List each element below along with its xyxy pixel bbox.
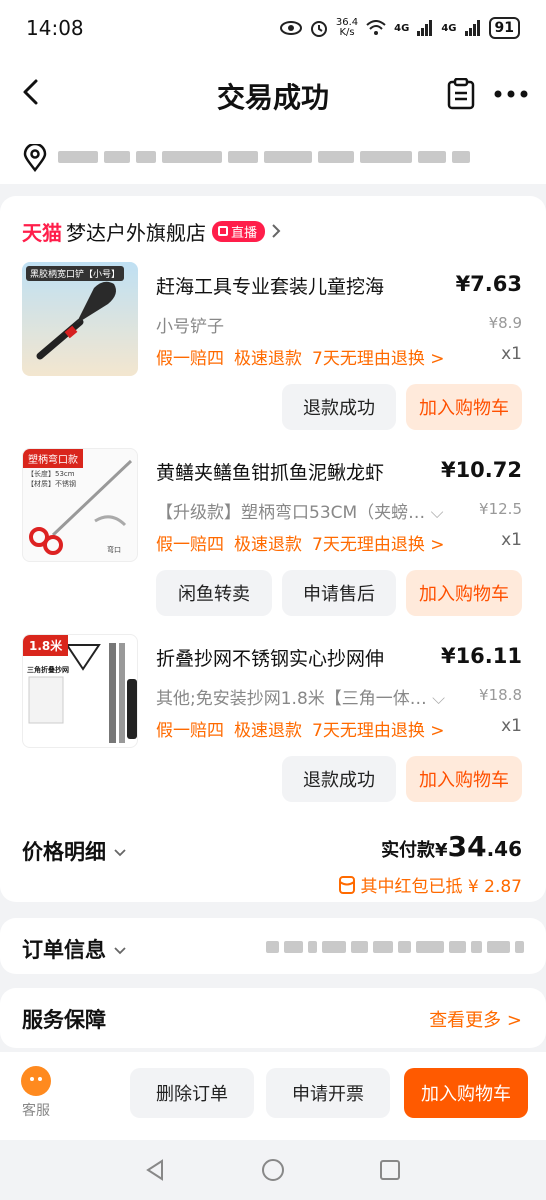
total-paid: 实付款¥34.46: [381, 830, 522, 863]
chevron-down-icon: [114, 849, 126, 857]
wifi-icon: [366, 20, 386, 35]
product-sku[interactable]: 【升级款】塑柄弯口53CM（夹螃… ⌵: [156, 498, 462, 523]
network-type-2: 4G: [441, 22, 457, 34]
nav-recents-icon[interactable]: [378, 1158, 402, 1182]
product-item[interactable]: 1.8米 三角折叠抄网 折叠抄网不锈钢实心抄网伸 ¥16.11 其他;免安装抄网…: [0, 634, 546, 810]
location-pin-icon: [23, 144, 47, 172]
product-title[interactable]: 赶海工具专业套装儿童挖海: [156, 272, 446, 299]
original-price: ¥18.8: [479, 686, 522, 704]
nav-back-icon[interactable]: [144, 1158, 168, 1182]
service-tags[interactable]: 假一赔四 极速退款 7天无理由退换 >: [156, 716, 454, 741]
chevron-down-icon: ⌵: [426, 689, 446, 709]
resell-button[interactable]: 闲鱼转卖: [156, 570, 272, 616]
original-price: ¥12.5: [479, 500, 522, 518]
service-tags[interactable]: 假一赔四 极速退款 7天无理由退换 >: [156, 530, 454, 555]
live-badge[interactable]: 直播: [212, 220, 266, 242]
network-type-1: 4G: [394, 22, 410, 34]
nav-home-icon[interactable]: [261, 1158, 285, 1182]
add-to-cart-button[interactable]: 加入购物车: [406, 756, 522, 802]
product-image[interactable]: 塑柄弯口款 【长度】53cm 【材质】不锈钢 弯口: [22, 448, 138, 562]
order-info-toggle[interactable]: 订单信息: [22, 934, 126, 964]
chevron-right-icon: [272, 224, 281, 238]
service-label: 服务保障: [22, 1008, 106, 1032]
original-price: ¥8.9: [488, 314, 522, 332]
product-quantity: x1: [501, 716, 522, 736]
chevron-down-icon: [114, 947, 126, 955]
thumb-label: 1.8米: [23, 635, 69, 656]
more-options-icon[interactable]: [494, 90, 528, 98]
product-price: ¥16.11: [440, 644, 522, 668]
add-to-cart-button[interactable]: 加入购物车: [406, 384, 522, 430]
customer-service-button[interactable]: 客服: [14, 1066, 58, 1120]
add-to-cart-button[interactable]: 加入购物车: [406, 570, 522, 616]
product-item[interactable]: 黑胶柄宽口铲【小号】 赶海工具专业套装儿童挖海 ¥7.63 小号铲子 ¥8.9 …: [0, 262, 546, 438]
product-item[interactable]: 塑柄弯口款 【长度】53cm 【材质】不锈钢 弯口 黄鳝夹鳝鱼钳抓鱼泥鳅龙虾 ¥…: [0, 448, 546, 624]
product-quantity: x1: [501, 344, 522, 364]
product-image[interactable]: 黑胶柄宽口铲【小号】: [22, 262, 138, 376]
product-title[interactable]: 折叠抄网不锈钢实心抄网伸: [156, 644, 446, 671]
product-price: ¥10.72: [440, 458, 522, 482]
live-icon: [218, 226, 228, 236]
price-detail-toggle[interactable]: 价格明细: [22, 836, 126, 866]
thumb-label: 黑胶柄宽口铲【小号】: [26, 266, 125, 281]
signal-icon: [464, 20, 480, 36]
thumb-spec: 【长度】53cm: [27, 470, 75, 478]
chevron-down-icon: ⌵: [425, 503, 444, 523]
product-sku: 小号铲子: [156, 317, 224, 337]
battery-indicator: 91: [488, 17, 520, 39]
order-number-redacted: [266, 940, 524, 954]
status-bar: 14:08 36.4 K/s 4G 4G 91: [0, 0, 546, 56]
refund-success-button[interactable]: 退款成功: [282, 384, 396, 430]
address-redacted: [58, 148, 522, 166]
thumb-spec: 【材质】不锈钢: [27, 480, 76, 488]
red-packet-icon: [338, 875, 355, 894]
status-time: 14:08: [26, 16, 84, 40]
order-items-card: 天猫 梦达户外旗舰店 直播 黑胶柄宽口铲【小号】 赶海工具专业套装儿童挖海 ¥7…: [0, 196, 546, 902]
order-info-card[interactable]: 订单信息: [0, 918, 546, 974]
signal-icon: [417, 20, 433, 36]
status-icons: 36.4 K/s 4G 4G 91: [279, 17, 520, 39]
network-speed: 36.4 K/s: [335, 17, 359, 38]
add-all-to-cart-button[interactable]: 加入购物车: [404, 1068, 528, 1118]
product-quantity: x1: [501, 530, 522, 550]
shipping-address[interactable]: [0, 132, 546, 184]
product-image[interactable]: 1.8米 三角折叠抄网: [22, 634, 138, 748]
after-sales-button[interactable]: 申请售后: [282, 570, 396, 616]
shop-name[interactable]: 梦达户外旗舰店: [66, 217, 206, 246]
request-invoice-button[interactable]: 申请开票: [266, 1068, 390, 1118]
delete-order-button[interactable]: 删除订单: [130, 1068, 254, 1118]
product-price: ¥7.63: [455, 272, 522, 296]
thumb-caption: 弯口: [107, 546, 121, 554]
tmall-logo: 天猫: [22, 220, 62, 245]
thumb-label: 塑柄弯口款: [23, 449, 83, 468]
redpack-discount: 其中红包已抵 ¥ 2.87: [338, 872, 522, 897]
service-tags[interactable]: 假一赔四 极速退款 7天无理由退换 >: [156, 344, 454, 369]
title-bar: 交易成功: [0, 56, 546, 132]
shop-header[interactable]: 天猫 梦达户外旗舰店 直播: [22, 217, 281, 246]
view-more-link[interactable]: 查看更多 >: [429, 1006, 522, 1032]
product-title[interactable]: 黄鳝夹鳝鱼钳抓鱼泥鳅龙虾: [156, 458, 446, 485]
clipboard-icon[interactable]: [446, 78, 476, 110]
refund-success-button[interactable]: 退款成功: [282, 756, 396, 802]
system-nav-bar: [0, 1140, 546, 1200]
service-guarantee-card[interactable]: 服务保障 查看更多 >: [0, 988, 546, 1048]
customer-service-icon: [21, 1066, 51, 1096]
thumb-subtitle: 三角折叠抄网: [27, 666, 69, 674]
bottom-action-bar: 客服 删除订单 申请开票 加入购物车: [0, 1052, 546, 1140]
product-sku[interactable]: 其他;免安装抄网1.8米【三角一体… ⌵: [156, 684, 462, 709]
alarm-icon: [310, 21, 327, 37]
eye-icon: [279, 21, 302, 35]
